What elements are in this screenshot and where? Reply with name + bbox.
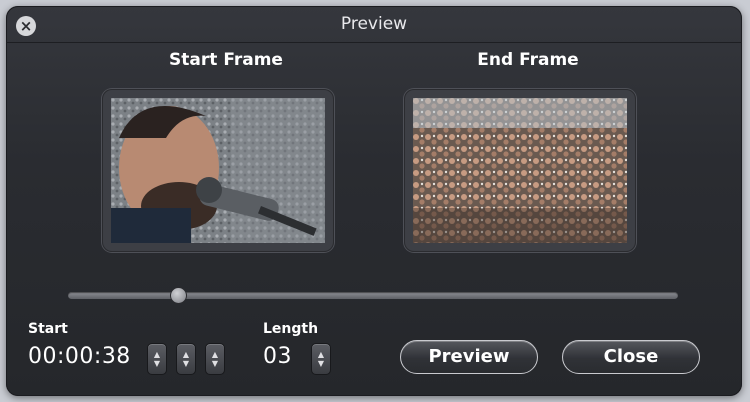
frame-scrubber[interactable] [68, 287, 678, 304]
preview-button[interactable]: Preview [400, 340, 538, 374]
up-arrow-icon[interactable]: ▲ [206, 351, 224, 359]
start-frame-image [111, 98, 325, 243]
close-button[interactable]: Close [562, 340, 700, 374]
start-frame-thumbnail [102, 89, 334, 252]
preview-window: × Preview Start Frame End Frame Start 00… [6, 6, 742, 396]
end-frame-label: End Frame [477, 50, 579, 70]
start-time-value[interactable]: 00:00:38 [28, 344, 131, 369]
down-arrow-icon[interactable]: ▼ [312, 360, 330, 368]
down-arrow-icon[interactable]: ▼ [148, 360, 166, 368]
up-arrow-icon[interactable]: ▲ [148, 351, 166, 359]
down-arrow-icon[interactable]: ▼ [206, 360, 224, 368]
start-seconds-stepper[interactable]: ▲ ▼ [205, 343, 225, 375]
end-frame-image [413, 98, 627, 243]
title-bar: × Preview [6, 6, 742, 43]
down-arrow-icon[interactable]: ▼ [177, 360, 195, 368]
up-arrow-icon[interactable]: ▲ [312, 351, 330, 359]
up-arrow-icon[interactable]: ▲ [177, 351, 195, 359]
length-value[interactable]: 03 [263, 344, 292, 369]
scrubber-knob[interactable] [169, 287, 187, 304]
start-minutes-stepper[interactable]: ▲ ▼ [176, 343, 196, 375]
start-frame-label: Start Frame [169, 50, 283, 70]
start-hours-stepper[interactable]: ▲ ▼ [147, 343, 167, 375]
end-frame-thumbnail [404, 89, 636, 252]
length-stepper[interactable]: ▲ ▼ [311, 343, 331, 375]
start-label: Start [28, 321, 68, 337]
window-title: Preview [340, 14, 408, 34]
length-label: Length [263, 321, 319, 337]
